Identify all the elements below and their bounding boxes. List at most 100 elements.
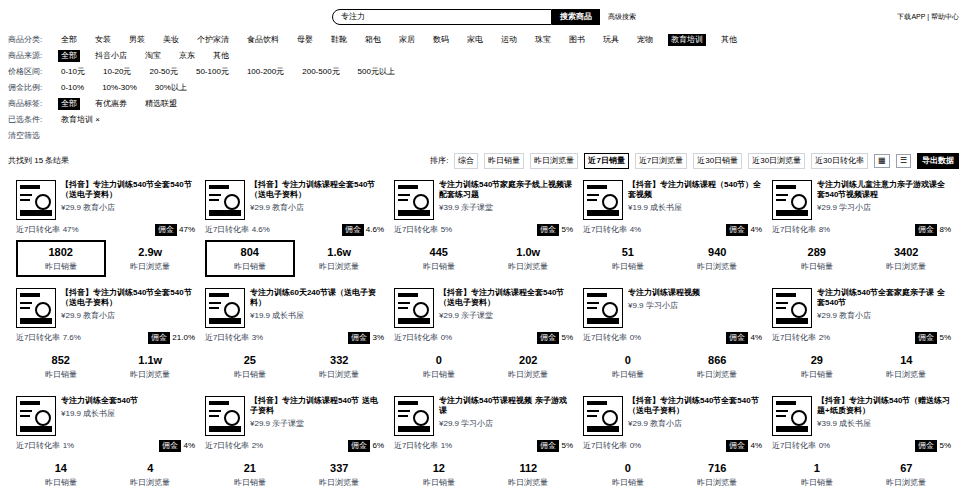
sort-option[interactable]: 近7日销量 bbox=[584, 153, 628, 169]
product-title[interactable]: 专注力训练60天240节课（送电子资料） bbox=[250, 288, 384, 308]
filter-option[interactable]: 其他 bbox=[210, 50, 232, 62]
filter-option[interactable]: 500元以上 bbox=[355, 66, 398, 78]
filter-option[interactable]: 50-100元 bbox=[193, 66, 232, 78]
filter-option[interactable]: 淘宝 bbox=[142, 50, 164, 62]
search-input[interactable]: 专注力 bbox=[332, 9, 552, 25]
product-card[interactable]: 专注力训练60天240节课（送电子资料）¥19.9 成长书屋近7日转化率 3%佣… bbox=[205, 288, 384, 386]
filter-option[interactable]: 数码 bbox=[430, 34, 452, 46]
filter-option[interactable]: 全部 bbox=[58, 34, 80, 46]
product-shop[interactable]: ¥9.9 学习小店 bbox=[628, 300, 700, 312]
product-shop[interactable]: ¥29.9 亲子课堂 bbox=[439, 310, 573, 322]
product-shop[interactable]: ¥39.9 亲子课堂 bbox=[439, 202, 573, 214]
product-title[interactable]: 【抖音】专注力训练540节（赠送练习题+纸质资料） bbox=[817, 396, 951, 416]
product-card[interactable]: 专注力训练儿童注意力亲子游戏课全套540节视频课程¥29.9 学习小店近7日转化… bbox=[772, 180, 951, 278]
product-thumbnail-icon[interactable] bbox=[394, 396, 434, 436]
filter-option[interactable]: 有优惠券 bbox=[92, 98, 130, 110]
filter-option[interactable]: 0-10% bbox=[58, 82, 87, 94]
filter-option[interactable]: 食品饮料 bbox=[244, 34, 282, 46]
product-title[interactable]: 专注力训练540节课程视频 亲子游戏课 bbox=[439, 396, 573, 416]
search-button[interactable]: 搜索商品 bbox=[552, 9, 600, 25]
sort-option[interactable]: 近30日销量 bbox=[693, 153, 742, 169]
product-thumbnail-icon[interactable] bbox=[394, 180, 434, 220]
product-title[interactable]: 【抖音】专注力训练课程全套540节（送电子资料） bbox=[250, 180, 384, 200]
filter-option[interactable]: 美妆 bbox=[160, 34, 182, 46]
product-card[interactable]: 【抖音】专注力训练540节全套540节（送电子资料）¥29.9 教育小店近7日转… bbox=[16, 180, 195, 278]
product-card[interactable]: 专注力训练540节家庭亲子线上视频课 配套练习题¥39.9 亲子课堂近7日转化率… bbox=[394, 180, 573, 278]
product-title[interactable]: 【抖音】专注力训练课程全套540节（送电子资料） bbox=[439, 288, 573, 308]
product-thumbnail-icon[interactable] bbox=[772, 396, 812, 436]
filter-option[interactable]: 宠物 bbox=[634, 34, 656, 46]
product-card[interactable]: 专注力训练540节全套家庭亲子课 全套540节¥29.9 教育小店近7日转化率 … bbox=[772, 288, 951, 386]
product-title[interactable]: 专注力训练儿童注意力亲子游戏课全套540节视频课程 bbox=[817, 180, 951, 200]
filter-option[interactable]: 鞋靴 bbox=[328, 34, 350, 46]
product-shop[interactable]: ¥19.9 成长书屋 bbox=[61, 408, 138, 420]
product-thumbnail-icon[interactable] bbox=[583, 396, 623, 436]
filter-option[interactable]: 个护家清 bbox=[194, 34, 232, 46]
product-shop[interactable]: ¥29.9 教育小店 bbox=[817, 310, 951, 322]
product-card[interactable]: 【抖音】专注力训练课程全套540节（送电子资料）¥29.9 亲子课堂近7日转化率… bbox=[394, 288, 573, 386]
filter-option[interactable]: 全部 bbox=[58, 98, 80, 110]
filter-option[interactable]: 箱包 bbox=[362, 34, 384, 46]
product-card[interactable]: 【抖音】专注力训练课程540节 送电子资料¥29.9 亲子课堂近7日转化率 2%… bbox=[205, 396, 384, 494]
filter-option[interactable]: 200-500元 bbox=[299, 66, 342, 78]
product-card[interactable]: 【抖音】专注力训练540节（赠送练习题+纸质资料）¥39.9 成长书屋近7日转化… bbox=[772, 396, 951, 494]
filter-option[interactable]: 教育培训 × bbox=[58, 114, 103, 126]
product-title[interactable]: 【抖音】专注力训练540节全套540节（送电子资料） bbox=[61, 180, 195, 200]
product-thumbnail-icon[interactable] bbox=[394, 288, 434, 328]
product-title[interactable]: 专注力训练540节全套家庭亲子课 全套540节 bbox=[817, 288, 951, 308]
sort-option[interactable]: 昨日销量 bbox=[484, 153, 524, 169]
export-button[interactable]: 导出数据 bbox=[917, 153, 959, 169]
filter-option[interactable]: 玩具 bbox=[600, 34, 622, 46]
filter-option[interactable]: 全部 bbox=[58, 50, 80, 62]
product-card[interactable]: 专注力训练540节课程视频 亲子游戏课¥29.9 学习小店近7日转化率 1%佣金… bbox=[394, 396, 573, 494]
filter-option[interactable]: 其他 bbox=[718, 34, 740, 46]
product-thumbnail-icon[interactable] bbox=[16, 180, 56, 220]
product-shop[interactable]: ¥29.9 教育小店 bbox=[250, 202, 384, 214]
filter-option[interactable]: 珠宝 bbox=[532, 34, 554, 46]
product-shop[interactable]: ¥29.9 学习小店 bbox=[439, 418, 573, 430]
sort-option[interactable]: 近7日浏览量 bbox=[635, 153, 687, 169]
view-toggle[interactable]: ▦ bbox=[874, 154, 890, 168]
filter-option[interactable]: 100-200元 bbox=[244, 66, 287, 78]
product-shop[interactable]: ¥29.9 教育小店 bbox=[61, 202, 195, 214]
product-thumbnail-icon[interactable] bbox=[16, 396, 56, 436]
filter-option[interactable]: 30%以上 bbox=[152, 82, 190, 94]
product-title[interactable]: 专注力训练540节家庭亲子线上视频课 配套练习题 bbox=[439, 180, 573, 200]
header-links[interactable]: 下载APP | 帮助中心 bbox=[897, 12, 959, 23]
filter-option[interactable]: 家居 bbox=[396, 34, 418, 46]
clear-filters[interactable]: 清空筛选 bbox=[8, 130, 959, 142]
view-toggle[interactable]: ☰ bbox=[896, 154, 911, 168]
product-thumbnail-icon[interactable] bbox=[583, 180, 623, 220]
product-card[interactable]: 专注力训练全套540节¥19.9 成长书屋近7日转化率 1%佣金4%14昨日销量… bbox=[16, 396, 195, 494]
advanced-search-link[interactable]: 高级搜索 bbox=[608, 12, 636, 23]
product-thumbnail-icon[interactable] bbox=[205, 180, 245, 220]
product-thumbnail-icon[interactable] bbox=[772, 288, 812, 328]
filter-option[interactable]: 教育培训 bbox=[668, 34, 706, 46]
product-thumbnail-icon[interactable] bbox=[772, 180, 812, 220]
product-title[interactable]: 专注力训练课程视频 bbox=[628, 288, 700, 298]
filter-option[interactable]: 10%-30% bbox=[99, 82, 140, 94]
product-card[interactable]: 【抖音】专注力训练课程（540节）全套视频¥19.9 成长书屋近7日转化率 4%… bbox=[583, 180, 762, 278]
product-shop[interactable]: ¥29.9 教育小店 bbox=[628, 418, 762, 430]
product-shop[interactable]: ¥19.9 成长书屋 bbox=[250, 310, 384, 322]
filter-option[interactable]: 0-10元 bbox=[58, 66, 88, 78]
filter-option[interactable]: 女装 bbox=[92, 34, 114, 46]
sort-option[interactable]: 综合 bbox=[454, 153, 478, 169]
filter-option[interactable]: 男装 bbox=[126, 34, 148, 46]
product-shop[interactable]: ¥39.9 成长书屋 bbox=[817, 418, 951, 430]
product-title[interactable]: 专注力训练全套540节 bbox=[61, 396, 138, 406]
filter-option[interactable]: 抖音小店 bbox=[92, 50, 130, 62]
sort-option[interactable]: 昨日浏览量 bbox=[530, 153, 578, 169]
sort-option[interactable]: 近30日转化率 bbox=[811, 153, 868, 169]
filter-option[interactable]: 10-20元 bbox=[100, 66, 134, 78]
filter-option[interactable]: 20-50元 bbox=[146, 66, 180, 78]
product-card[interactable]: 【抖音】专注力训练540节全套540节（送电子资料）¥29.9 教育小店近7日转… bbox=[583, 396, 762, 494]
product-shop[interactable]: ¥29.9 教育小店 bbox=[61, 310, 195, 322]
filter-option[interactable]: 京东 bbox=[176, 50, 198, 62]
product-shop[interactable]: ¥29.9 亲子课堂 bbox=[250, 418, 384, 430]
sort-option[interactable]: 近30日浏览量 bbox=[748, 153, 805, 169]
product-card[interactable]: 【抖音】专注力训练540节全套540节（送电子资料）¥29.9 教育小店近7日转… bbox=[16, 288, 195, 386]
filter-option[interactable]: 家电 bbox=[464, 34, 486, 46]
product-title[interactable]: 【抖音】专注力训练540节全套540节（送电子资料） bbox=[628, 396, 762, 416]
product-thumbnail-icon[interactable] bbox=[583, 288, 623, 328]
